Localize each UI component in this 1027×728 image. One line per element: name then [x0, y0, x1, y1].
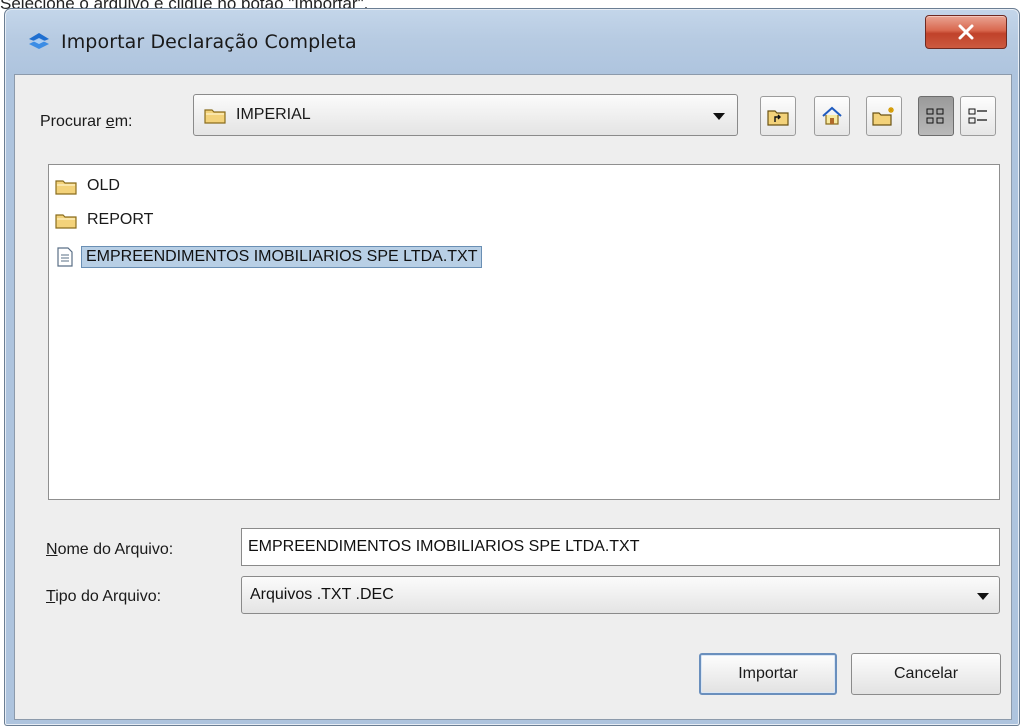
home-icon: [822, 106, 842, 125]
title-bar[interactable]: Importar Declaração Completa: [5, 9, 1019, 75]
text-file-icon: [57, 247, 73, 267]
list-item-folder[interactable]: OLD: [55, 171, 120, 201]
file-name-label: Nome do Arquivo:: [46, 541, 174, 558]
list-item-label: EMPREENDIMENTOS IMOBILIARIOS SPE LTDA.TX…: [81, 246, 483, 268]
dialog-title: Importar Declaração Completa: [61, 31, 357, 53]
look-in-label: Procurar em:: [40, 113, 133, 130]
new-folder-button[interactable]: [866, 96, 902, 136]
up-one-level-button[interactable]: [760, 96, 796, 136]
import-button[interactable]: Importar: [699, 653, 837, 695]
list-item-label: OLD: [87, 177, 120, 194]
folder-icon: [55, 180, 77, 195]
list-item-folder[interactable]: REPORT: [55, 205, 153, 235]
list-view-icon: [926, 108, 944, 124]
list-view-button[interactable]: [918, 96, 954, 136]
close-button[interactable]: [925, 15, 1007, 49]
home-button[interactable]: [814, 96, 850, 136]
list-item-label: REPORT: [87, 211, 154, 228]
close-icon: [958, 24, 974, 40]
details-view-button[interactable]: [960, 96, 996, 136]
list-item-file-selected[interactable]: EMPREENDIMENTOS IMOBILIARIOS SPE LTDA.TX…: [55, 242, 483, 272]
cancel-button[interactable]: Cancelar: [851, 653, 1001, 695]
folder-icon: [204, 109, 226, 124]
up-folder-icon: [767, 110, 789, 126]
new-folder-icon: [872, 107, 894, 126]
file-name-input[interactable]: EMPREENDIMENTOS IMOBILIARIOS SPE LTDA.TX…: [241, 528, 1000, 566]
look-in-combobox[interactable]: IMPERIAL: [193, 94, 738, 136]
file-type-select[interactable]: Arquivos .TXT .DEC: [241, 576, 1000, 614]
chevron-down-icon: [713, 113, 725, 120]
file-type-label: Tipo do Arquivo:: [46, 588, 162, 605]
chevron-down-icon: [977, 593, 989, 600]
file-list[interactable]: OLD REPORT EMPREENDIMENTOS IMOBILIARIOS …: [48, 164, 1000, 500]
look-in-value: IMPERIAL: [236, 106, 311, 123]
details-view-icon: [968, 108, 987, 124]
app-logo-icon: [29, 33, 49, 49]
file-type-value: Arquivos .TXT .DEC: [250, 586, 394, 603]
folder-icon: [55, 214, 77, 229]
